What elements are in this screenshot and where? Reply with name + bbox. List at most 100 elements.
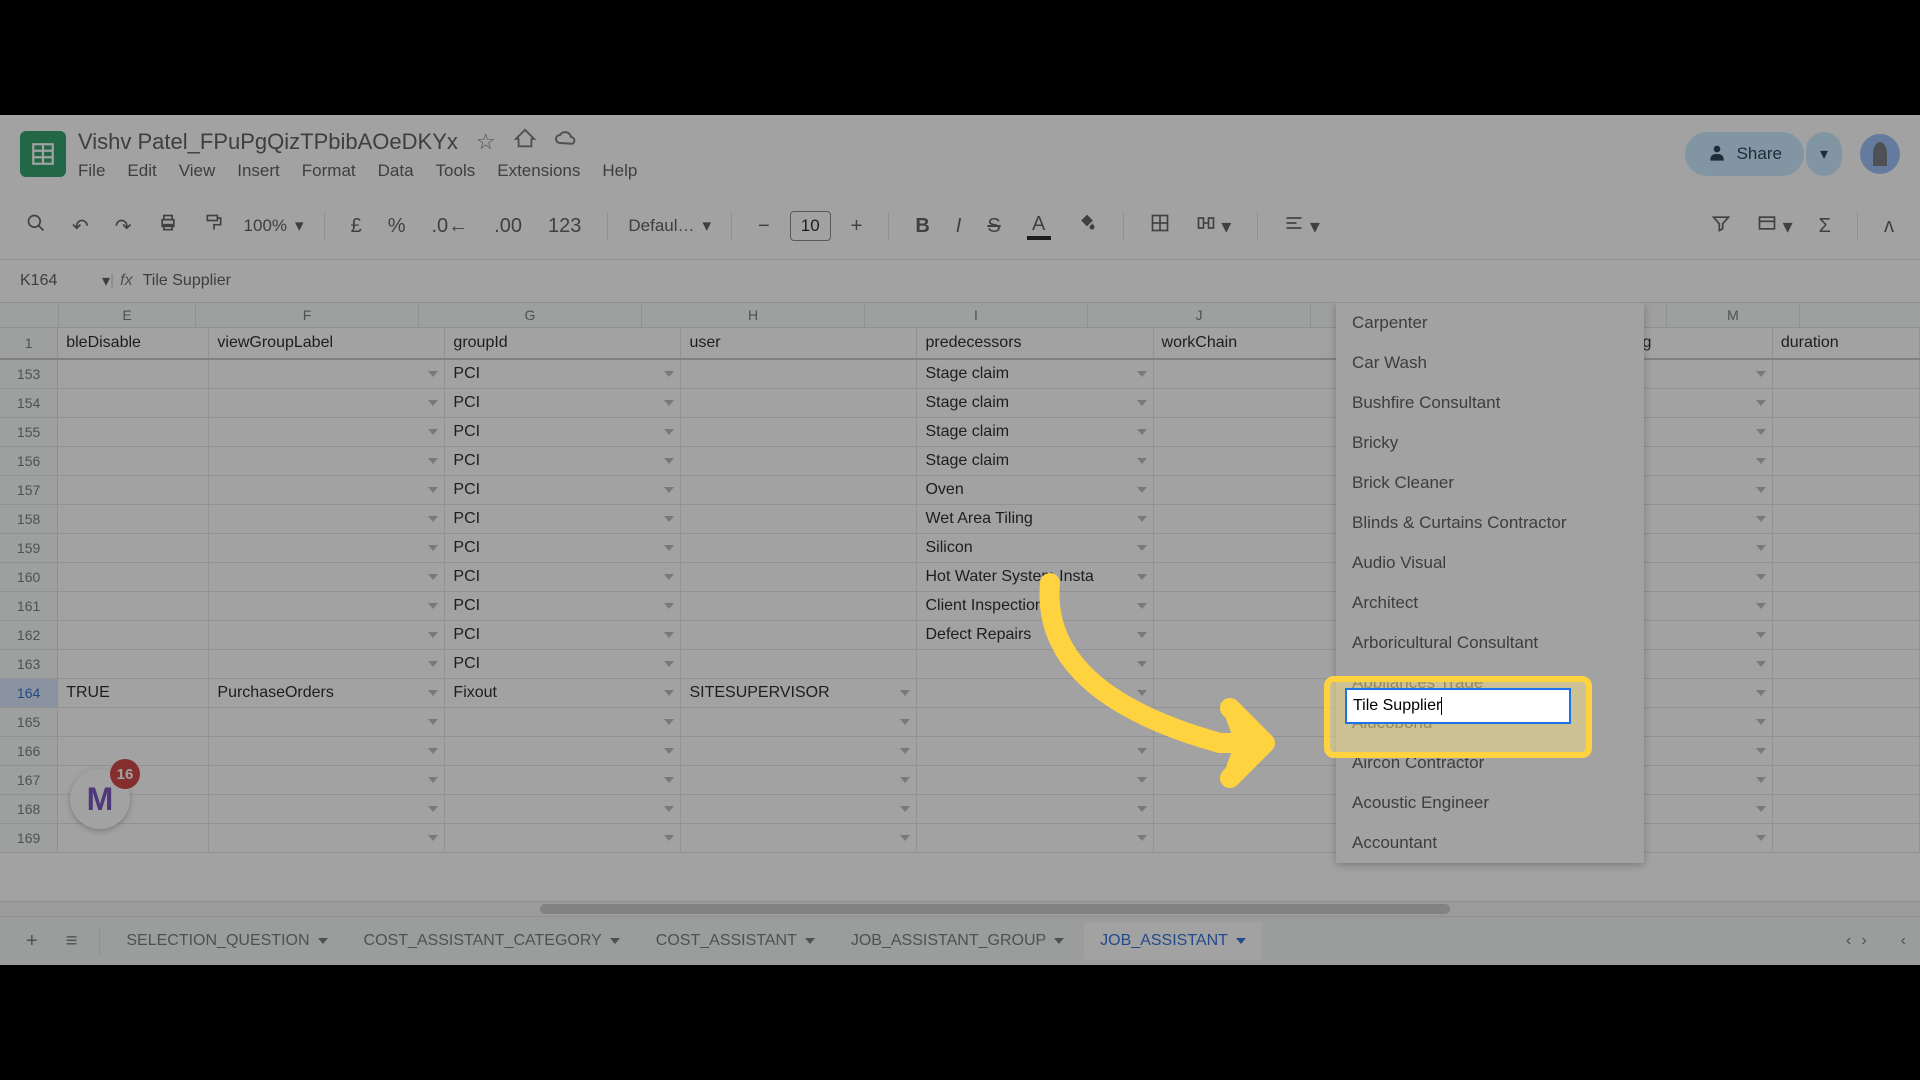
cell[interactable] — [1773, 505, 1920, 533]
cell[interactable]: PCI — [445, 650, 681, 678]
cell[interactable] — [1626, 476, 1773, 504]
merge-cells-icon[interactable]: ▾ — [1190, 207, 1238, 245]
menu-data[interactable]: Data — [378, 161, 414, 181]
dropdown-item[interactable]: Accountant — [1336, 823, 1644, 863]
decrease-decimal-icon[interactable]: .0← — [425, 209, 474, 244]
print-icon[interactable] — [152, 207, 184, 245]
tab-scroll-right[interactable]: › — [1861, 932, 1866, 950]
cell[interactable]: PCI — [445, 534, 681, 562]
cell[interactable] — [1773, 766, 1920, 794]
cell[interactable]: Stage claim — [917, 360, 1153, 388]
cell[interactable] — [209, 824, 445, 852]
cell[interactable] — [445, 708, 681, 736]
menu-edit[interactable]: Edit — [127, 161, 156, 181]
zoom-select[interactable]: 100% ▾ — [244, 216, 304, 236]
user-avatar[interactable] — [1860, 134, 1900, 174]
menu-extensions[interactable]: Extensions — [497, 161, 580, 181]
dropdown-item[interactable]: Arboricultural Consultant — [1336, 623, 1644, 663]
col-header[interactable]: I — [865, 303, 1088, 327]
cell[interactable]: PCI — [445, 360, 681, 388]
cell[interactable]: Wet Area Tiling — [917, 505, 1153, 533]
col-header[interactable]: E — [59, 303, 196, 327]
cell[interactable] — [58, 418, 209, 446]
cell[interactable] — [445, 737, 681, 765]
cell[interactable] — [681, 795, 917, 823]
cell[interactable] — [58, 563, 209, 591]
borders-icon[interactable] — [1144, 207, 1176, 245]
document-title[interactable]: Vishv Patel_FPuPgQizTPbibAOeDKYx — [78, 129, 458, 155]
move-icon[interactable] — [514, 128, 536, 156]
cell[interactable] — [1626, 679, 1773, 707]
cell[interactable] — [1626, 708, 1773, 736]
cell[interactable] — [1773, 679, 1920, 707]
increase-decimal-icon[interactable]: .00 — [488, 209, 528, 244]
cell[interactable] — [681, 824, 917, 852]
cell[interactable]: Fixout — [445, 679, 681, 707]
cell[interactable] — [58, 621, 209, 649]
cell[interactable] — [209, 708, 445, 736]
cell[interactable]: Stage claim — [917, 447, 1153, 475]
cell[interactable] — [917, 795, 1153, 823]
bold-icon[interactable]: B — [909, 209, 935, 244]
cell[interactable]: Oven — [917, 476, 1153, 504]
functions-icon[interactable]: Σ — [1813, 209, 1837, 244]
cell[interactable] — [1626, 563, 1773, 591]
text-color-icon[interactable]: A — [1021, 207, 1057, 246]
more-formats-icon[interactable]: 123 — [542, 209, 587, 244]
add-sheet-button[interactable]: + — [14, 922, 50, 961]
row-header[interactable]: 163 — [0, 650, 58, 678]
cell[interactable] — [1773, 650, 1920, 678]
data-validation-dropdown[interactable]: CarpenterCar WashBushfire ConsultantBric… — [1336, 303, 1644, 863]
cell[interactable] — [58, 447, 209, 475]
cell[interactable] — [209, 534, 445, 562]
cell[interactable] — [209, 476, 445, 504]
cell[interactable] — [1773, 708, 1920, 736]
cell[interactable] — [209, 650, 445, 678]
percent-icon[interactable]: % — [382, 209, 412, 244]
fill-color-icon[interactable] — [1071, 207, 1103, 245]
cell[interactable] — [445, 824, 681, 852]
cell[interactable] — [681, 592, 917, 620]
cell[interactable] — [681, 563, 917, 591]
cell[interactable] — [209, 447, 445, 475]
extension-badge[interactable]: M 16 — [70, 769, 130, 829]
row-header[interactable]: 153 — [0, 360, 58, 388]
dropdown-item[interactable]: Blinds & Curtains Contractor — [1336, 503, 1644, 543]
cell[interactable] — [1626, 505, 1773, 533]
cell[interactable]: PCI — [445, 592, 681, 620]
row-header[interactable]: 168 — [0, 795, 58, 823]
cell[interactable] — [445, 795, 681, 823]
italic-icon[interactable]: I — [950, 209, 968, 244]
cell[interactable] — [209, 621, 445, 649]
tab-scroll-left[interactable]: ‹ — [1846, 932, 1851, 950]
cell[interactable] — [209, 563, 445, 591]
menu-file[interactable]: File — [78, 161, 105, 181]
col-header[interactable]: F — [196, 303, 419, 327]
cell[interactable]: PCI — [445, 447, 681, 475]
cell[interactable] — [1773, 389, 1920, 417]
dropdown-item[interactable]: Brick Cleaner — [1336, 463, 1644, 503]
row-header[interactable]: 154 — [0, 389, 58, 417]
cell[interactable] — [1626, 447, 1773, 475]
star-icon[interactable]: ☆ — [476, 129, 496, 155]
row-header[interactable]: 155 — [0, 418, 58, 446]
cell[interactable] — [1773, 360, 1920, 388]
cell[interactable] — [1626, 621, 1773, 649]
row-header[interactable]: 167 — [0, 766, 58, 794]
explore-button[interactable]: ‹ — [1901, 932, 1906, 950]
filter-views-icon[interactable]: ▾ — [1751, 207, 1799, 245]
cell[interactable] — [681, 476, 917, 504]
currency-icon[interactable]: £ — [345, 209, 368, 244]
cell[interactable] — [1626, 592, 1773, 620]
cell[interactable] — [1773, 592, 1920, 620]
dropdown-item[interactable]: Car Wash — [1336, 343, 1644, 383]
cell[interactable] — [917, 824, 1153, 852]
search-icon[interactable] — [20, 207, 52, 245]
strikethrough-icon[interactable]: S — [981, 209, 1006, 244]
cell[interactable] — [681, 737, 917, 765]
cell[interactable] — [58, 389, 209, 417]
cell[interactable] — [1773, 563, 1920, 591]
formula-value[interactable]: Tile Supplier — [143, 272, 231, 290]
cell[interactable] — [58, 534, 209, 562]
menu-insert[interactable]: Insert — [237, 161, 280, 181]
